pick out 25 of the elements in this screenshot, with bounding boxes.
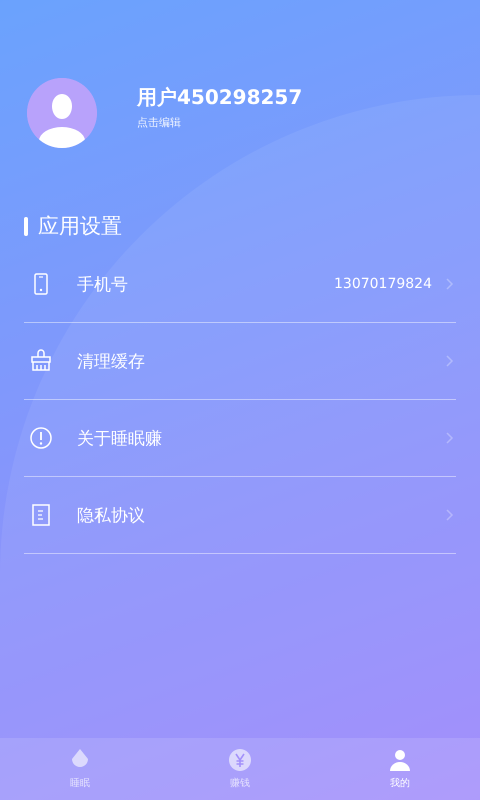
settings-row[interactable]: 手机号 13070179824 — [24, 246, 456, 323]
exclamation-circle-icon — [29, 426, 53, 450]
settings-row[interactable]: 清理缓存 — [24, 323, 456, 400]
yen-coin-icon — [228, 748, 252, 772]
user-name: 用户450298257 — [137, 84, 302, 111]
avatar-silhouette[interactable] — [27, 78, 97, 148]
settings-label: 手机号 — [77, 274, 129, 296]
settings-row[interactable]: 隐私协议 — [24, 477, 456, 554]
broom-icon — [29, 349, 53, 373]
person-icon — [388, 748, 412, 772]
section-marker — [24, 216, 28, 236]
chevron-right-icon — [446, 278, 454, 290]
chevron-right-icon — [446, 509, 454, 521]
settings-row[interactable]: 关于睡眠赚 — [24, 400, 456, 477]
edit-link[interactable]: 点击编辑 — [137, 115, 302, 130]
nav-tab[interactable]: 我的 — [320, 738, 480, 800]
chevron-right-icon — [446, 432, 454, 444]
phone-number: 13070179824 — [334, 276, 432, 292]
section-title: 应用设置 — [38, 213, 122, 240]
settings-label: 隐私协议 — [77, 504, 146, 526]
chevron-right-icon — [446, 355, 454, 367]
settings-label: 关于睡眠赚 — [77, 428, 163, 450]
settings-label: 清理缓存 — [77, 350, 146, 372]
nav-tab[interactable]: 睡眠 — [0, 738, 160, 800]
nav-tab[interactable]: 赚钱 — [160, 738, 320, 800]
